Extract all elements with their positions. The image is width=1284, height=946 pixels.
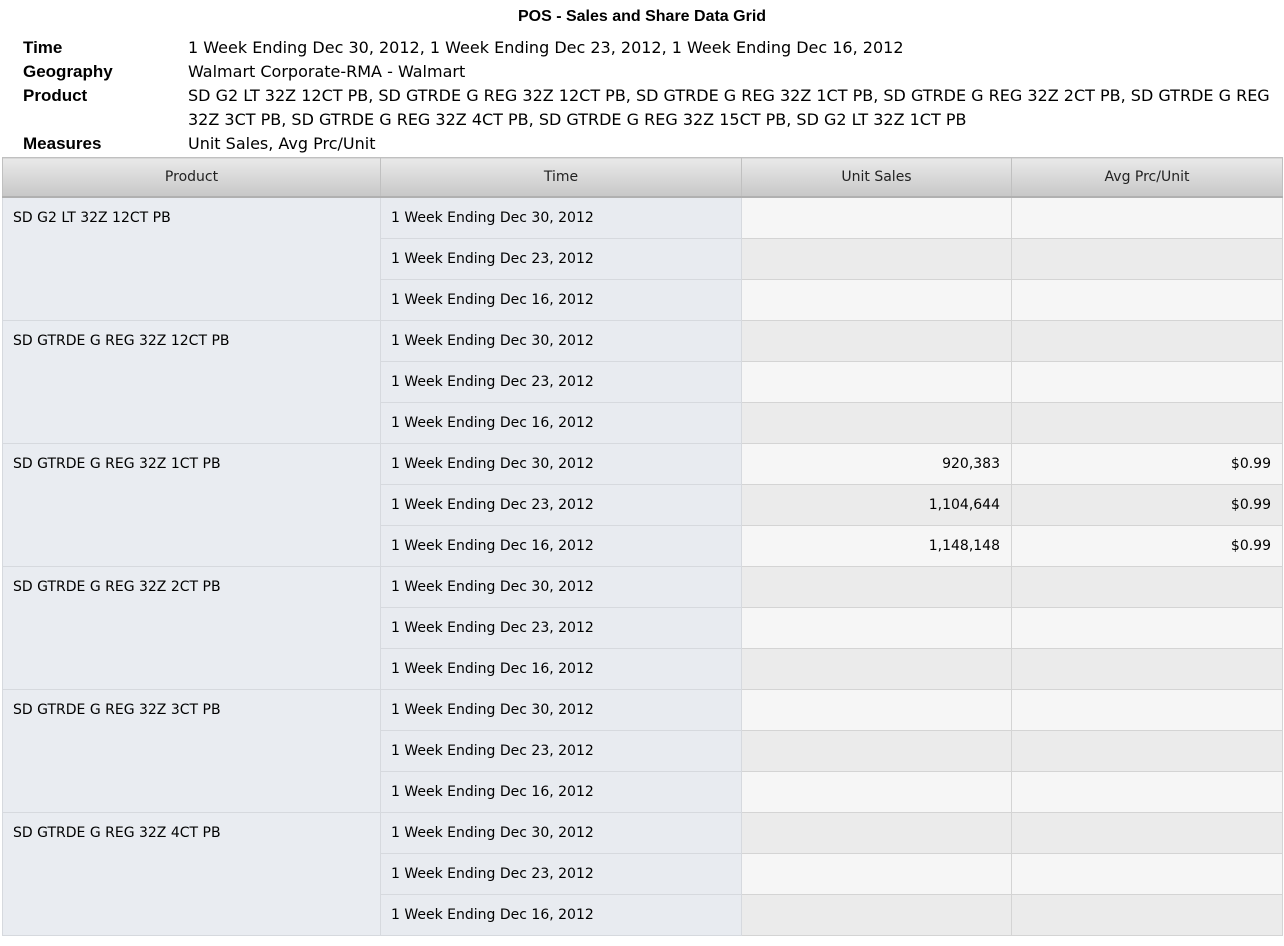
report-title: POS - Sales and Share Data Grid [517,8,767,25]
column-header-avg-price[interactable]: Avg Prc/Unit [1011,157,1283,198]
avg-price-cell [1011,771,1283,813]
report-filters: Time 1 Week Ending Dec 30, 2012, 1 Week … [23,36,1278,156]
time-cell: 1 Week Ending Dec 30, 2012 [380,689,742,731]
product-cell: SD GTRDE G REG 32Z 4CT PB [2,812,381,936]
unit-sales-cell [741,279,1012,321]
filter-value-geography: Walmart Corporate-RMA - Walmart [188,62,466,81]
avg-price-cell [1011,648,1283,690]
filter-value-product: SD G2 LT 32Z 12CT PB, SD GTRDE G REG 32Z… [188,86,1270,129]
unit-sales-cell [741,361,1012,403]
unit-sales-cell [741,196,1012,239]
table-row: SD GTRDE G REG 32Z 12CT PB 1 Week Ending … [2,320,1283,444]
time-cell: 1 Week Ending Dec 16, 2012 [380,771,742,813]
unit-sales-cell [741,607,1012,649]
time-cell: 1 Week Ending Dec 16, 2012 [380,402,742,444]
time-cell: 1 Week Ending Dec 30, 2012 [380,812,742,854]
unit-sales-cell [741,812,1012,854]
avg-price-cell [1011,279,1283,321]
avg-price-cell: $0.99 [1011,484,1283,526]
table-row: SD GTRDE G REG 32Z 4CT PB 1 Week Ending D… [2,812,1283,936]
avg-price-cell [1011,320,1283,362]
unit-sales-cell [741,853,1012,895]
unit-sales-cell: 920,383 [741,443,1012,485]
time-cell: 1 Week Ending Dec 23, 2012 [380,238,742,280]
filter-value-measures: Unit Sales, Avg Prc/Unit [188,134,376,153]
avg-price-cell [1011,730,1283,772]
grid-body: SD G2 LT 32Z 12CT PB 1 Week Ending Dec 30… [2,196,1283,936]
time-cell: 1 Week Ending Dec 23, 2012 [380,730,742,772]
column-header-unit-sales[interactable]: Unit Sales [741,157,1012,198]
avg-price-cell [1011,566,1283,608]
unit-sales-cell [741,689,1012,731]
column-header-product[interactable]: Product [2,157,381,198]
filter-row-time: Time 1 Week Ending Dec 30, 2012, 1 Week … [23,36,1278,60]
unit-sales-cell: 1,104,644 [741,484,1012,526]
table-row: SD GTRDE G REG 32Z 1CT PB 1 Week Ending D… [2,443,1283,567]
time-cell: 1 Week Ending Dec 16, 2012 [380,648,742,690]
time-cell: 1 Week Ending Dec 30, 2012 [380,566,742,608]
filter-label-product: Product [23,86,88,105]
unit-sales-cell [741,320,1012,362]
filter-label-measures: Measures [23,134,102,153]
unit-sales-cell [741,730,1012,772]
filter-value-time: 1 Week Ending Dec 30, 2012, 1 Week Endin… [188,38,904,57]
unit-sales-cell [741,771,1012,813]
unit-sales-cell [741,238,1012,280]
unit-sales-cell [741,566,1012,608]
time-cell: 1 Week Ending Dec 23, 2012 [380,361,742,403]
data-grid: Product Time Unit Sales Avg Prc/Unit SD … [2,157,1283,936]
table-row: SD GTRDE G REG 32Z 2CT PB 1 Week Ending D… [2,566,1283,690]
filter-label-geography: Geography [23,62,113,81]
avg-price-cell [1011,607,1283,649]
avg-price-cell [1011,689,1283,731]
filter-row-geography: Geography Walmart Corporate-RMA - Walmar… [23,60,1278,84]
time-cell: 1 Week Ending Dec 16, 2012 [380,279,742,321]
avg-price-cell [1011,402,1283,444]
product-cell: SD GTRDE G REG 32Z 12CT PB [2,320,381,444]
time-cell: 1 Week Ending Dec 16, 2012 [380,894,742,936]
avg-price-cell: $0.99 [1011,525,1283,567]
filter-label-time: Time [23,38,63,57]
avg-price-cell [1011,812,1283,854]
filter-row-product: Product SD G2 LT 32Z 12CT PB, SD GTRDE G… [23,84,1278,132]
avg-price-cell [1011,238,1283,280]
avg-price-cell [1011,196,1283,239]
table-row: SD GTRDE G REG 32Z 3CT PB 1 Week Ending D… [2,689,1283,813]
avg-price-cell: $0.99 [1011,443,1283,485]
time-cell: 1 Week Ending Dec 23, 2012 [380,484,742,526]
unit-sales-cell [741,402,1012,444]
product-cell: SD GTRDE G REG 32Z 3CT PB [2,689,381,813]
unit-sales-cell [741,648,1012,690]
product-cell: SD GTRDE G REG 32Z 2CT PB [2,566,381,690]
table-row: SD G2 LT 32Z 12CT PB 1 Week Ending Dec 30… [2,196,1283,321]
unit-sales-cell [741,894,1012,936]
time-cell: 1 Week Ending Dec 30, 2012 [380,443,742,485]
product-cell: SD GTRDE G REG 32Z 1CT PB [2,443,381,567]
avg-price-cell [1011,853,1283,895]
avg-price-cell [1011,361,1283,403]
time-cell: 1 Week Ending Dec 16, 2012 [380,525,742,567]
time-cell: 1 Week Ending Dec 30, 2012 [380,320,742,362]
time-cell: 1 Week Ending Dec 23, 2012 [380,607,742,649]
column-header-time[interactable]: Time [380,157,742,198]
time-cell: 1 Week Ending Dec 23, 2012 [380,853,742,895]
grid-header-row: Product Time Unit Sales Avg Prc/Unit [2,157,1283,198]
product-cell: SD G2 LT 32Z 12CT PB [2,196,381,321]
unit-sales-cell: 1,148,148 [741,525,1012,567]
avg-price-cell [1011,894,1283,936]
time-cell: 1 Week Ending Dec 30, 2012 [380,196,742,239]
filter-row-measures: Measures Unit Sales, Avg Prc/Unit [23,132,1278,156]
